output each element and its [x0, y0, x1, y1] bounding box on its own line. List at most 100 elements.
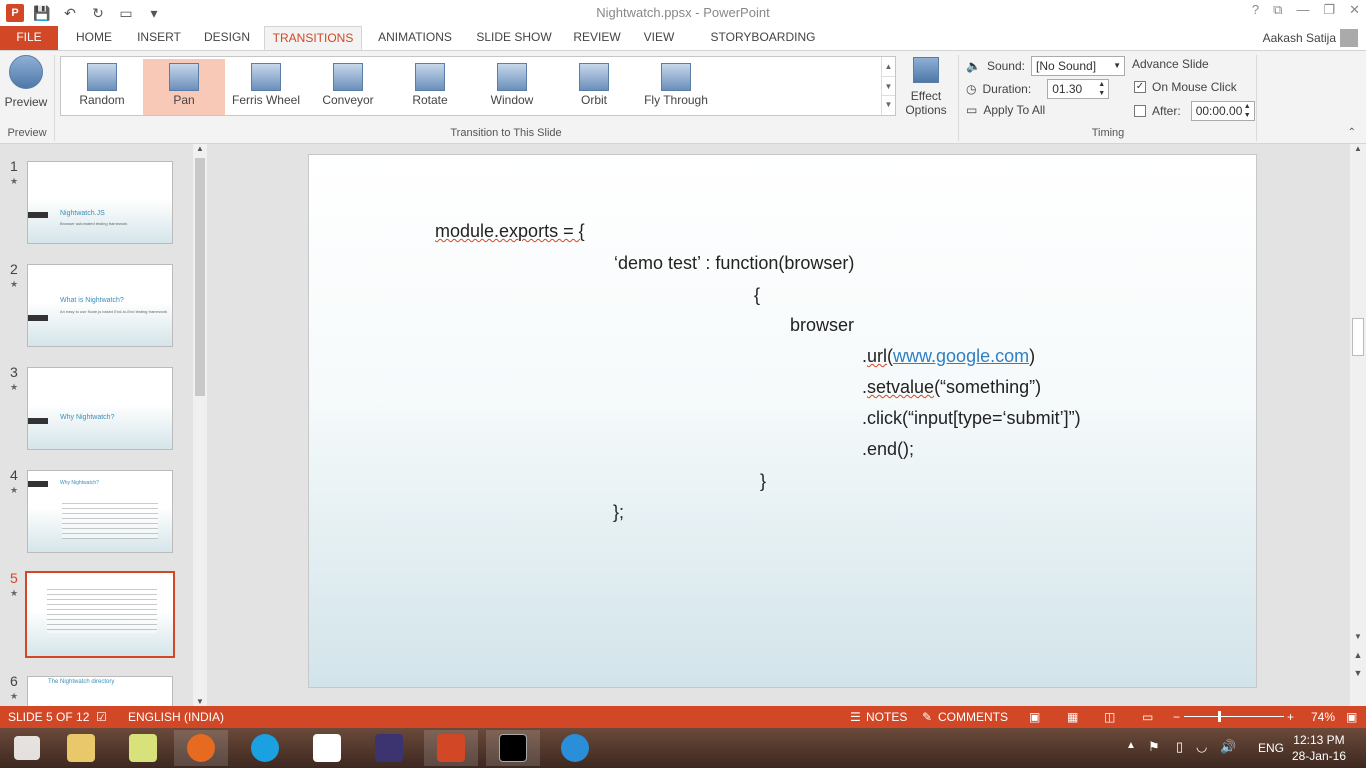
- code-line-3[interactable]: {: [754, 285, 760, 306]
- tab-home[interactable]: HOME: [66, 26, 122, 50]
- tab-design[interactable]: DESIGN: [196, 26, 258, 50]
- taskbar-eclipse[interactable]: [362, 730, 416, 766]
- taskbar-internet-explorer[interactable]: [548, 730, 602, 766]
- tab-storyboarding[interactable]: STORYBOARDING: [692, 26, 834, 50]
- transition-random[interactable]: Random: [61, 59, 143, 115]
- start-button[interactable]: [0, 730, 54, 766]
- taskbar-firefox[interactable]: [174, 730, 228, 766]
- code-line-8[interactable]: .end();: [862, 439, 914, 460]
- scroll-down-icon[interactable]: ▼: [193, 697, 207, 706]
- duration-stepper[interactable]: 01.30 ▲ ▼: [1047, 79, 1110, 99]
- slide-thumbnail-4[interactable]: Why Nightwatch?: [27, 470, 173, 553]
- code-line-10[interactable]: };: [613, 502, 624, 523]
- tab-view[interactable]: VIEW: [636, 26, 682, 50]
- next-slide-icon[interactable]: ▼: [1350, 668, 1366, 678]
- normal-view-icon[interactable]: ▣: [1029, 710, 1040, 724]
- code-line-9[interactable]: }: [760, 471, 766, 492]
- transition-conveyor[interactable]: Conveyor: [307, 59, 389, 115]
- spin-icon[interactable]: ▲ ▼: [1098, 80, 1105, 98]
- sound-dropdown[interactable]: [No Sound] ▼: [1031, 56, 1125, 76]
- code-line-1[interactable]: module.exports = {: [435, 221, 585, 242]
- tab-file[interactable]: FILE: [0, 26, 58, 50]
- battery-icon[interactable]: ▯: [1176, 739, 1183, 755]
- slide-thumbnail-3[interactable]: Why Nightwatch?: [27, 367, 173, 450]
- transition-fly-through[interactable]: Fly Through: [635, 59, 717, 115]
- scroll-thumb[interactable]: [1352, 318, 1364, 356]
- code-line-2[interactable]: ‘demo test’ : function(browser): [614, 253, 854, 274]
- zoom-out-icon[interactable]: −: [1173, 710, 1180, 724]
- gallery-down-icon[interactable]: ▼: [882, 76, 895, 95]
- taskbar-sticky-notes[interactable]: [116, 730, 170, 766]
- tab-transitions[interactable]: TRANSITIONS: [264, 26, 362, 50]
- restore-button[interactable]: ❐: [1323, 2, 1335, 18]
- google-link[interactable]: www.google.com: [893, 346, 1029, 366]
- zoom-level[interactable]: 74%: [1311, 710, 1335, 724]
- network-signal-icon[interactable]: ◡: [1196, 739, 1207, 755]
- transition-pan[interactable]: Pan: [143, 59, 225, 115]
- after-checkbox[interactable]: [1134, 105, 1146, 117]
- thumbnail-scrollbar[interactable]: ▲ ▼: [193, 144, 207, 706]
- slide-thumbnail-6[interactable]: The Nightwatch directory: [27, 676, 173, 706]
- scroll-thumb[interactable]: [195, 158, 205, 396]
- taskbar-store[interactable]: [300, 730, 354, 766]
- close-button[interactable]: ✕: [1349, 2, 1360, 18]
- zoom-slider-handle[interactable]: [1218, 711, 1221, 722]
- code-line-4[interactable]: browser: [790, 315, 854, 336]
- spin-icon[interactable]: ▲ ▼: [1244, 102, 1251, 120]
- system-clock[interactable]: 12:13 PM 28-Jan-16: [1292, 732, 1346, 764]
- taskbar-skype[interactable]: [238, 730, 292, 766]
- tab-insert[interactable]: INSERT: [130, 26, 188, 50]
- slide-sorter-icon[interactable]: ▦: [1067, 710, 1078, 724]
- gallery-more-icon[interactable]: ▼: [882, 95, 895, 113]
- code-line-7[interactable]: .click(“input[type=‘submit’]”): [862, 408, 1081, 429]
- zoom-in-icon[interactable]: +: [1287, 710, 1294, 724]
- notes-button[interactable]: NOTES: [866, 710, 907, 724]
- zoom-slider[interactable]: [1184, 716, 1284, 717]
- taskbar-command-prompt[interactable]: [486, 730, 540, 766]
- slide-thumbnail-5[interactable]: [25, 571, 175, 658]
- language-indicator[interactable]: ENGLISH (INDIA): [128, 710, 224, 724]
- gallery-up-icon[interactable]: ▲: [882, 57, 895, 76]
- code-line-6[interactable]: .setvalue(“something”): [862, 377, 1041, 398]
- scroll-up-icon[interactable]: ▲: [193, 144, 207, 153]
- user-account-name[interactable]: Aakash Satija: [1263, 31, 1336, 45]
- taskbar-file-explorer[interactable]: [54, 730, 108, 766]
- minimize-button[interactable]: —: [1296, 2, 1309, 18]
- help-button[interactable]: ?: [1252, 2, 1259, 18]
- gallery-scrollbar[interactable]: ▲ ▼ ▼: [881, 57, 895, 115]
- duration-label: Duration:: [982, 82, 1032, 96]
- tab-slide-show[interactable]: SLIDE SHOW: [470, 26, 558, 50]
- transition-ferris-wheel[interactable]: Ferris Wheel: [225, 59, 307, 115]
- after-stepper[interactable]: 00:00.00 ▲ ▼: [1190, 101, 1255, 121]
- collapse-ribbon-icon[interactable]: ⌃: [1348, 127, 1356, 138]
- scroll-down-icon[interactable]: ▼: [1350, 632, 1366, 641]
- transition-orbit[interactable]: Orbit: [553, 59, 635, 115]
- tab-animations[interactable]: ANIMATIONS: [368, 26, 462, 50]
- previous-slide-icon[interactable]: ▲: [1350, 650, 1366, 660]
- slide-thumbnail-2[interactable]: What is Nightwatch? An easy to use Node.…: [27, 264, 173, 347]
- spellcheck-icon[interactable]: ☑: [96, 710, 107, 724]
- comments-button[interactable]: COMMENTS: [938, 710, 1008, 724]
- slide-thumbnail-1[interactable]: Nightwatch.JS Browser automated testing …: [27, 161, 173, 244]
- tab-review[interactable]: REVIEW: [568, 26, 626, 50]
- current-slide[interactable]: module.exports = { ‘demo test’ : functio…: [308, 154, 1257, 688]
- ribbon-display-options-button[interactable]: ⧉: [1273, 2, 1282, 18]
- on-mouse-click-checkbox[interactable]: ✓ On Mouse Click: [1134, 80, 1237, 94]
- apply-to-all-button[interactable]: ▭ Apply To All: [966, 103, 1045, 117]
- scroll-up-icon[interactable]: ▲: [1350, 144, 1366, 153]
- transition-window[interactable]: Window: [471, 59, 553, 115]
- slide-show-icon[interactable]: ▭: [1142, 710, 1153, 724]
- reading-view-icon[interactable]: ◫: [1104, 710, 1115, 724]
- action-center-flag-icon[interactable]: ⚑: [1148, 739, 1160, 755]
- fit-to-window-icon[interactable]: ▣: [1346, 710, 1357, 724]
- editor-scrollbar[interactable]: ▲ ▼ ▲ ▼: [1350, 144, 1366, 706]
- avatar[interactable]: [1340, 29, 1358, 47]
- volume-icon[interactable]: 🔊: [1220, 739, 1236, 755]
- input-language[interactable]: ENG: [1258, 741, 1284, 755]
- transition-rotate[interactable]: Rotate: [389, 59, 471, 115]
- code-line-5[interactable]: .url(www.google.com): [862, 346, 1035, 367]
- preview-button[interactable]: Preview: [4, 55, 48, 109]
- effect-options-button[interactable]: Effect Options: [900, 57, 952, 117]
- show-hidden-icons-icon[interactable]: ▲: [1126, 740, 1136, 751]
- taskbar-powerpoint[interactable]: [424, 730, 478, 766]
